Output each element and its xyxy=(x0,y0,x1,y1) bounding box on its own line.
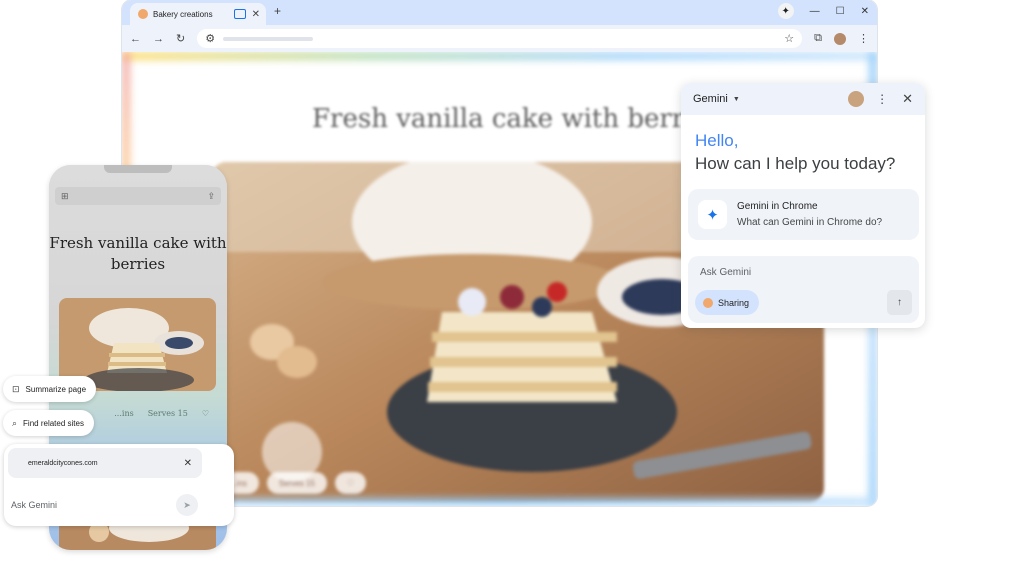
sharing-chip[interactable]: Sharing xyxy=(695,290,760,315)
gemini-spark-button[interactable]: ✦ xyxy=(777,3,794,19)
page-chip-serves: Serves 15 xyxy=(266,472,327,494)
phone-notch xyxy=(104,165,172,173)
share-icon[interactable]: ⇪ xyxy=(207,191,215,202)
phone-send-icon[interactable]: ➤ xyxy=(176,494,198,516)
find-related-sites-button[interactable]: ⌕ Find related sites xyxy=(3,410,94,436)
ask-gemini-input[interactable]: Ask Gemini Sharing ↑ xyxy=(688,256,919,323)
bookmark-star-icon[interactable]: ☆ xyxy=(784,32,794,45)
card-subtitle: What can Gemini in Chrome do? xyxy=(737,217,883,228)
url-placeholder-bar xyxy=(223,36,314,41)
heart-icon[interactable]: ♡ xyxy=(202,409,209,418)
tab-close-icon[interactable]: ✕ xyxy=(252,9,260,20)
sharing-label: Sharing xyxy=(718,297,750,308)
ask-gemini-placeholder[interactable]: Ask Gemini xyxy=(700,267,751,278)
phone-address-bar[interactable]: ⊞ ⇪ xyxy=(55,187,221,205)
summarize-label: Summarize page xyxy=(25,384,87,394)
back-button[interactable]: ← xyxy=(130,33,141,45)
find-related-label: Find related sites xyxy=(23,418,84,428)
gemini-panel: Gemini ▼ ⋮ ✕ Hello, How can I help you t… xyxy=(681,83,925,328)
bakery-favicon-icon xyxy=(703,297,713,308)
phone-page-title: Fresh vanilla cake with berries xyxy=(49,234,227,273)
summarize-page-button[interactable]: ⊡ Summarize page xyxy=(3,376,97,402)
gemini-panel-header: Gemini ▼ ⋮ ✕ xyxy=(681,83,925,115)
greeting-hello: Hello, xyxy=(695,131,739,150)
forward-button[interactable]: → xyxy=(153,33,164,45)
site-context-chip[interactable]: emeraldcitycones.com ✕ xyxy=(8,448,202,478)
extensions-icon[interactable]: ⧉ xyxy=(814,32,822,45)
phone-meta-time: ...ins xyxy=(114,409,134,418)
search-icon: ⌕ xyxy=(12,417,18,428)
page-chip-row: ...ins Serves 15 ♡ xyxy=(218,472,367,494)
split-view-icon[interactable] xyxy=(233,9,246,19)
maximize-button[interactable]: ☐ xyxy=(836,6,845,17)
gemini-avatar[interactable] xyxy=(848,91,865,107)
more-options-icon[interactable]: ⋮ xyxy=(876,92,888,106)
page-title: Fresh vanilla cake with berries xyxy=(312,104,722,134)
profile-avatar[interactable] xyxy=(834,32,846,45)
phone-gemini-sheet: emeraldcitycones.com ✕ Ask Gemini ➤ xyxy=(4,444,234,526)
tabs-icon[interactable]: ⊞ xyxy=(61,191,69,202)
voice-send-button[interactable]: ↑ xyxy=(887,290,912,315)
gemini-spark-icon: ✦ xyxy=(698,200,727,229)
tab-label: Bakery creations xyxy=(153,9,213,19)
stage: Bakery creations ✕ + ✦ — ☐ ✕ ← → ↻ ⚙ ☆ ⧉ xyxy=(0,0,1010,569)
tab-bakery-creations[interactable]: Bakery creations ✕ xyxy=(130,3,266,25)
new-tab-button[interactable]: + xyxy=(274,4,281,18)
site-settings-icon[interactable]: ⚙ xyxy=(205,32,215,45)
phone-ask-gemini-input[interactable]: Ask Gemini xyxy=(11,500,57,510)
gemini-glow-bottom xyxy=(122,498,877,506)
gemini-model-selector[interactable]: Gemini xyxy=(693,93,728,105)
browser-toolbar: ← → ↻ ⚙ ☆ ⧉ ⋮ xyxy=(122,25,877,52)
gemini-in-chrome-card[interactable]: ✦ Gemini in Chrome What can Gemini in Ch… xyxy=(688,189,919,240)
chevron-down-icon[interactable]: ▼ xyxy=(733,96,740,103)
gemini-glow-top xyxy=(122,52,877,60)
site-chip-label: emeraldcitycones.com xyxy=(28,459,98,467)
bakery-favicon-icon xyxy=(138,9,148,19)
card-title: Gemini in Chrome xyxy=(737,201,818,212)
browser-menu-icon[interactable]: ⋮ xyxy=(858,32,869,45)
tab-strip: Bakery creations ✕ + ✦ — ☐ ✕ xyxy=(122,0,877,25)
window-close-button[interactable]: ✕ xyxy=(861,6,869,17)
greeting-question: How can I help you today? xyxy=(695,154,896,173)
window-controls: ✦ — ☐ ✕ xyxy=(777,3,869,19)
minimize-button[interactable]: — xyxy=(810,6,820,17)
address-bar[interactable]: ⚙ ☆ xyxy=(197,29,803,48)
phone-meta-serves: Serves 15 xyxy=(147,409,188,418)
page-chip-heart: ♡ xyxy=(334,472,367,494)
summarize-icon: ⊡ xyxy=(12,383,20,394)
site-chip-close-icon[interactable]: ✕ xyxy=(184,458,192,469)
reload-button[interactable]: ↻ xyxy=(176,32,185,45)
close-panel-icon[interactable]: ✕ xyxy=(902,91,913,107)
